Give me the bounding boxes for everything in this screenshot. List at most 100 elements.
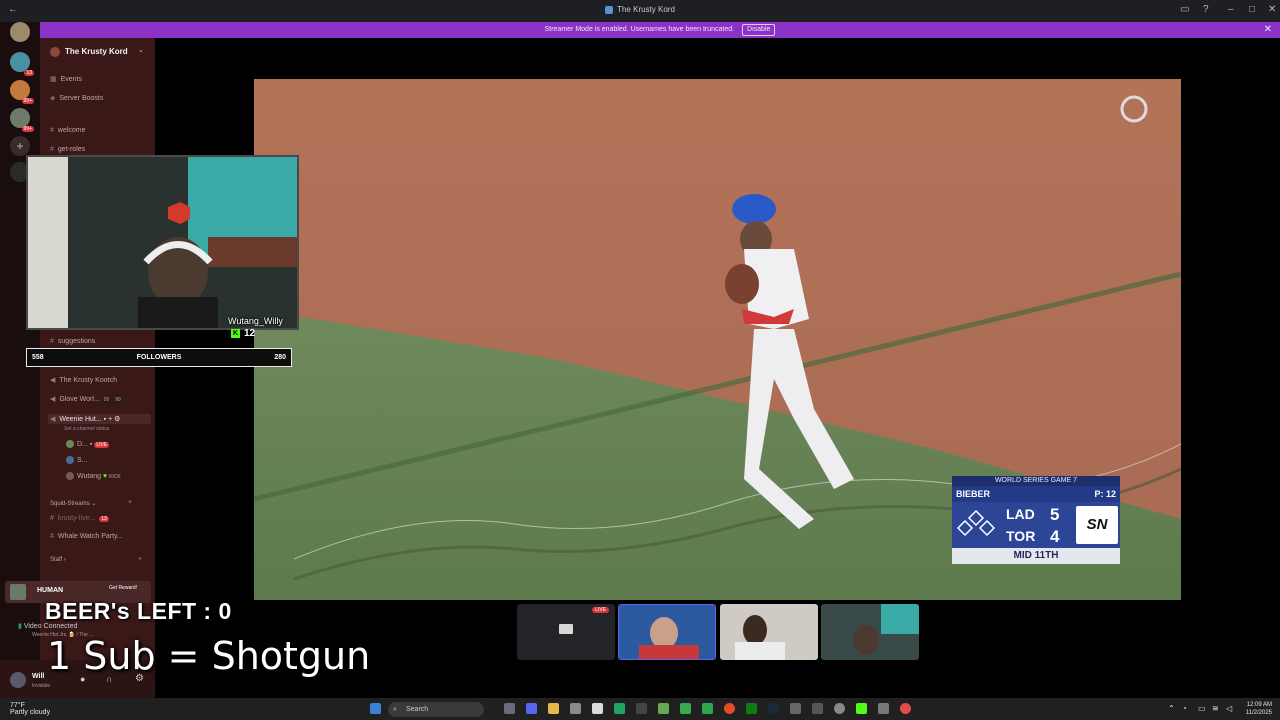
maximize-button[interactable]: □ bbox=[1249, 4, 1255, 15]
participant-tile-3[interactable] bbox=[821, 604, 919, 660]
hash-icon: # bbox=[50, 533, 54, 540]
participant-video bbox=[619, 605, 715, 659]
channel-welcome[interactable]: # welcome bbox=[50, 127, 86, 134]
xbox-icon[interactable] bbox=[746, 703, 757, 714]
sidebar-item-server-boosts[interactable]: ◈ Server Boosts bbox=[50, 94, 103, 102]
set-channel-status[interactable]: Set a channel status bbox=[64, 426, 109, 432]
avatar bbox=[66, 440, 74, 448]
voice-channel-krusty-kootch[interactable]: ◀ The Krusty Kootch bbox=[50, 376, 117, 384]
app-icon[interactable] bbox=[812, 703, 823, 714]
webcam-overlay bbox=[26, 155, 299, 330]
network-icon[interactable]: ◔ bbox=[1182, 704, 1187, 713]
kick-app-icon[interactable] bbox=[856, 703, 867, 714]
scorebug: WORLD SERIES GAME 7 BIEBER P: 12 LAD 5 TOR… bbox=[952, 476, 1120, 564]
streamer-mode-banner: Streamer Mode is enabled. Usernames have… bbox=[40, 22, 1280, 38]
banner-text: Streamer Mode is enabled. Usernames have… bbox=[544, 26, 735, 33]
inbox-icon[interactable]: ▭ bbox=[1180, 4, 1189, 15]
notepad-icon[interactable] bbox=[592, 703, 603, 714]
server-icon-1[interactable]: 13 bbox=[10, 52, 34, 76]
system-tray-icon[interactable]: ⌃ bbox=[1168, 704, 1175, 713]
terminal-icon[interactable] bbox=[636, 703, 647, 714]
chat-icon[interactable]: ▪ bbox=[104, 416, 106, 423]
server-icon-3[interactable]: 99+ bbox=[10, 108, 34, 132]
voice-member-2[interactable]: S... bbox=[66, 456, 88, 464]
screen-share-tile[interactable]: LIVE bbox=[517, 604, 615, 660]
hash-icon: # bbox=[50, 338, 54, 345]
webcam-feed bbox=[28, 157, 297, 328]
weather-widget[interactable]: 77°F Partly cloudy bbox=[10, 702, 50, 716]
followers-goal-bar: 558 FOLLOWERS 280 bbox=[26, 348, 292, 367]
add-member-icon[interactable]: + bbox=[108, 416, 112, 423]
avatar[interactable] bbox=[10, 672, 26, 688]
voice-member-3[interactable]: Wutang ♥ KICK bbox=[66, 472, 121, 480]
wifi-icon[interactable]: ≋ bbox=[1212, 704, 1219, 713]
voice-channel-weenie-hut[interactable]: ◀ Weenie Hut... ▪ + ⚙ bbox=[48, 414, 151, 424]
excel-icon[interactable] bbox=[614, 703, 625, 714]
calendar-icon: ▦ bbox=[50, 76, 57, 83]
server-name[interactable]: The Krusty Kord bbox=[65, 47, 128, 56]
app-icon[interactable] bbox=[790, 703, 801, 714]
chrome-icon[interactable] bbox=[724, 703, 735, 714]
voice-channel-glove-world[interactable]: ◀ Glove Worl... 00 99 bbox=[50, 395, 123, 403]
server-avatar bbox=[50, 47, 60, 57]
battery-icon[interactable]: ▭ bbox=[1198, 704, 1206, 713]
disable-streamer-mode-button[interactable]: Disable bbox=[742, 24, 776, 36]
kick-viewer-count: K 12 bbox=[231, 328, 256, 339]
task-view-icon[interactable] bbox=[504, 703, 515, 714]
scorebug-pitcher: BIEBER P: 12 bbox=[952, 486, 1120, 502]
avatar bbox=[66, 456, 74, 464]
category-staff[interactable]: Staff › bbox=[50, 557, 66, 563]
channel-get-roles[interactable]: # get-roles bbox=[50, 146, 85, 153]
camera-icon: ▪ bbox=[89, 440, 93, 448]
user-status: Invisible bbox=[32, 683, 51, 689]
file-explorer-icon[interactable] bbox=[548, 703, 559, 714]
steam-icon[interactable] bbox=[768, 703, 779, 714]
scorebug-team-home: TOR 4 bbox=[1006, 527, 1060, 546]
bases-diamond-icon bbox=[956, 509, 996, 537]
voice-member-1[interactable]: D... ▪ LIVE bbox=[66, 440, 110, 448]
monitor-icon bbox=[559, 624, 573, 634]
obs-icon[interactable] bbox=[834, 703, 845, 714]
participant-tile-1[interactable] bbox=[618, 604, 716, 660]
signal-icon: ▮ bbox=[18, 623, 22, 630]
direct-messages-icon[interactable] bbox=[10, 22, 30, 42]
search-icon: ⌕ bbox=[393, 706, 397, 713]
category-squid-streams[interactable]: Squid-Streams ⌄ bbox=[50, 500, 96, 507]
app-icon[interactable] bbox=[570, 703, 581, 714]
add-server-icon[interactable]: + bbox=[10, 136, 30, 156]
heart-icon: ♥ bbox=[102, 472, 108, 480]
sidebar-item-events[interactable]: ▦ Events bbox=[50, 75, 82, 83]
search-input[interactable]: ⌕ Search bbox=[388, 702, 484, 717]
app-icon[interactable] bbox=[878, 703, 889, 714]
app-icon[interactable] bbox=[900, 703, 911, 714]
discord-app-icon[interactable] bbox=[526, 703, 537, 714]
app-icon[interactable] bbox=[658, 703, 669, 714]
hash-icon: # bbox=[50, 146, 54, 153]
volume-icon[interactable]: ◁ bbox=[1226, 704, 1232, 713]
participant-video bbox=[720, 604, 818, 660]
network-logo: SN bbox=[1076, 506, 1118, 544]
start-icon[interactable] bbox=[370, 703, 381, 714]
discord-icon bbox=[605, 5, 614, 14]
channel-suggestions[interactable]: # suggestions bbox=[50, 338, 95, 345]
add-channel-icon[interactable]: + bbox=[138, 556, 142, 563]
participant-tile-2[interactable] bbox=[720, 604, 818, 660]
clock[interactable]: 12:09 AM 11/2/2025 bbox=[1246, 701, 1272, 717]
boost-icon: ◈ bbox=[50, 95, 56, 102]
close-window-button[interactable]: ✕ bbox=[1268, 4, 1276, 15]
add-channel-icon[interactable]: + bbox=[128, 499, 132, 506]
app-icon[interactable] bbox=[702, 703, 713, 714]
server-icon-2[interactable]: 99+ bbox=[10, 80, 34, 104]
scorebug-team-away: LAD 5 bbox=[1006, 505, 1060, 524]
channel-whale-watch-party[interactable]: # Whale Watch Party... bbox=[50, 533, 123, 540]
kick-icon: K bbox=[231, 328, 240, 338]
gear-icon[interactable]: ⚙ bbox=[114, 416, 120, 423]
close-banner-icon[interactable]: ✕ bbox=[1264, 22, 1272, 38]
play-icon[interactable] bbox=[680, 703, 691, 714]
channel-krusty-live[interactable]: # krusty-live... 13 bbox=[50, 515, 109, 522]
help-icon[interactable]: ? bbox=[1203, 4, 1209, 15]
participant-video bbox=[821, 604, 919, 660]
get-reward-button[interactable]: Get Reward! bbox=[109, 585, 137, 591]
minimize-button[interactable]: – bbox=[1228, 4, 1234, 15]
chevron-down-icon[interactable]: ⌄ bbox=[138, 46, 144, 54]
